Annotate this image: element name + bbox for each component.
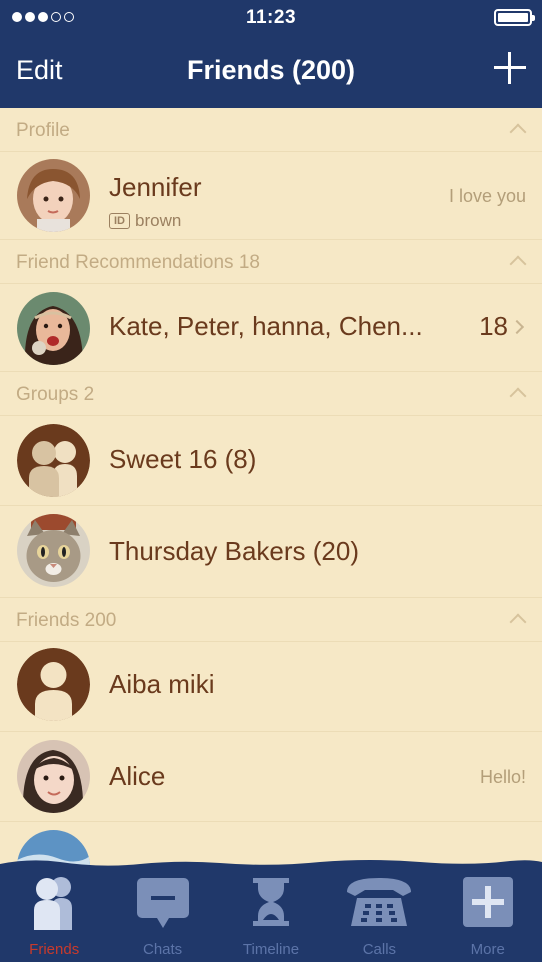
chevron-up-icon[interactable] (509, 387, 527, 405)
chevron-up-icon[interactable] (509, 255, 527, 273)
status-time: 11:23 (245, 7, 297, 28)
group-row[interactable]: Thursday Bakers (20) (0, 506, 542, 598)
telephone-icon (347, 878, 412, 926)
tab-label: Calls (362, 941, 397, 958)
avatar[interactable] (17, 740, 90, 813)
recommendation-row[interactable]: Kate, Peter, hanna, Chen... 18 (0, 284, 542, 372)
tab-label: More (470, 941, 505, 958)
section-header-groups[interactable]: Groups 2 (0, 372, 542, 416)
nav-bar: Edit Friends (200) (0, 36, 542, 108)
profile-row[interactable]: Jennifer ID brown I love you (0, 152, 542, 240)
section-title: Profile (16, 120, 70, 141)
tab-chats[interactable]: Chats (108, 872, 216, 962)
tab-label: Friends (29, 941, 80, 958)
friends-list[interactable]: Profile Jennifer ID brown I love you Fri… (0, 108, 542, 868)
tab-label: Chats (142, 941, 183, 958)
plus-square-icon (462, 877, 513, 927)
avatar[interactable] (17, 514, 90, 587)
page-title: Friends (200) (186, 55, 356, 85)
id-badge: ID (109, 213, 130, 229)
group-name: Thursday Bakers (20) (109, 536, 359, 566)
status-bar: 11:23 (0, 0, 542, 36)
tab-bar: Friends Chats Timeline Calls More (0, 858, 542, 962)
avatar[interactable] (17, 292, 90, 365)
top-bar: 11:23 Edit Friends (200) (0, 0, 542, 108)
section-header-profile[interactable]: Profile (0, 108, 542, 152)
hourglass-icon (252, 878, 289, 926)
friend-row[interactable]: Aiba miki (0, 642, 542, 732)
tab-timeline[interactable]: Timeline (217, 872, 325, 962)
tab-more[interactable]: More (434, 872, 542, 962)
profile-status-message: I love you (448, 186, 526, 206)
battery-icon (494, 9, 535, 26)
friend-status-message: Hello! (479, 767, 526, 787)
recommendation-count: 18 (479, 311, 508, 341)
group-avatar-icon[interactable] (17, 424, 90, 497)
default-avatar-icon[interactable] (17, 648, 90, 721)
section-title: Friends 200 (16, 610, 117, 631)
section-header-friends[interactable]: Friends 200 (0, 598, 542, 642)
tab-friends[interactable]: Friends (0, 872, 108, 962)
tab-calls[interactable]: Calls (325, 872, 433, 962)
friend-row[interactable]: Alice Hello! (0, 732, 542, 822)
recommendation-names: Kate, Peter, hanna, Chen... (109, 311, 423, 341)
group-row[interactable]: Sweet 16 (8) (0, 416, 542, 506)
group-name: Sweet 16 (8) (109, 444, 257, 474)
section-title: Groups 2 (16, 384, 95, 405)
friend-name: Aiba miki (109, 669, 215, 699)
friends-icon (34, 877, 73, 930)
section-header-recommendations[interactable]: Friend Recommendations 18 (0, 240, 542, 284)
chat-bubble-icon (136, 878, 189, 928)
add-friend-plus-icon[interactable] (494, 52, 526, 84)
chevron-right-icon[interactable] (509, 319, 525, 335)
profile-id: ID brown (109, 211, 181, 231)
tab-label: Timeline (242, 941, 300, 958)
section-title: Friend Recommendations 18 (16, 252, 260, 273)
friend-name: Alice (109, 761, 166, 791)
profile-id-value: brown (135, 211, 182, 230)
avatar[interactable] (17, 159, 90, 232)
chevron-up-icon[interactable] (509, 123, 527, 141)
chevron-up-icon[interactable] (509, 613, 527, 631)
profile-name: Jennifer (109, 172, 202, 202)
tabs: Friends Chats Timeline Calls More (0, 872, 542, 962)
